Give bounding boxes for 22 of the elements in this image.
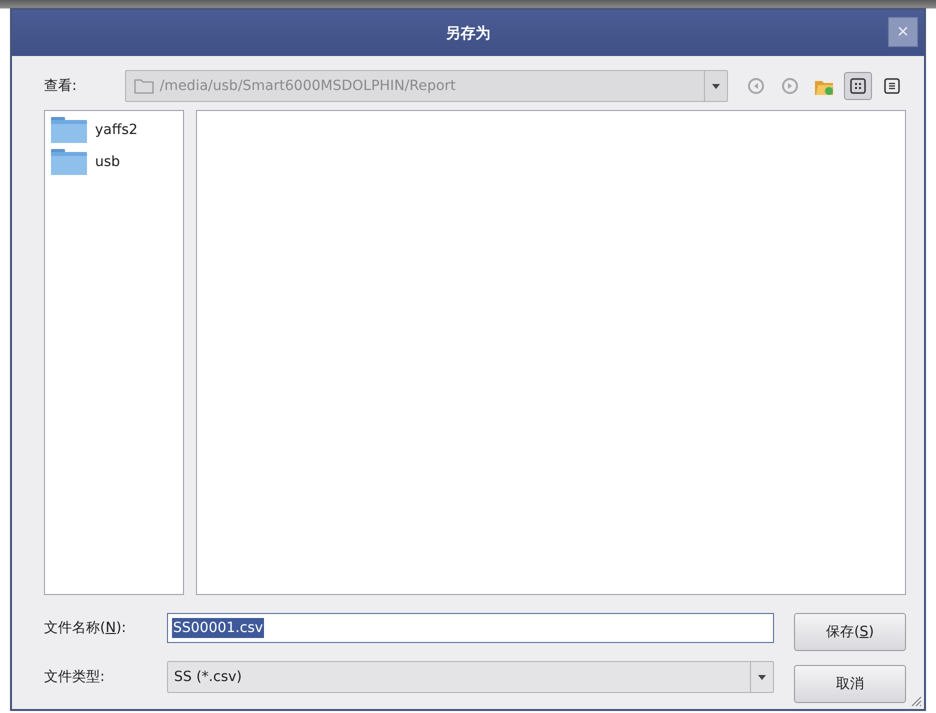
list-view-icon [884,78,900,94]
resize-grip-icon[interactable] [910,695,922,707]
file-type-value: SS (*.csv) [173,669,243,685]
file-type-combo[interactable]: SS (*.csv) [167,661,774,693]
dropdown-arrow-icon [758,674,766,680]
file-name-label: 文件名称(N): [44,619,128,637]
folder-icon [51,149,87,175]
icon-view-icon [850,78,866,94]
dropdown-arrow-icon [712,84,720,88]
icon-view-button[interactable] [844,72,872,100]
window-title: 另存为 [446,24,490,42]
sidebar-item[interactable]: usb [51,149,177,175]
sidebar-item[interactable]: yaffs2 [51,117,177,143]
file-name-field[interactable]: SS00001.csv [167,613,774,643]
file-type-label: 文件类型: [44,668,106,686]
folder-icon [51,117,87,143]
path-text: /media/usb/Smart6000MSDOLPHIN/Report [158,78,457,94]
save-button[interactable]: 保存(S) [794,613,906,651]
folder-icon [134,78,154,94]
file-name-value: SS00001.csv [172,618,264,638]
cancel-button[interactable]: 取消 [794,665,906,703]
look-in-label: 查看: [44,77,77,95]
